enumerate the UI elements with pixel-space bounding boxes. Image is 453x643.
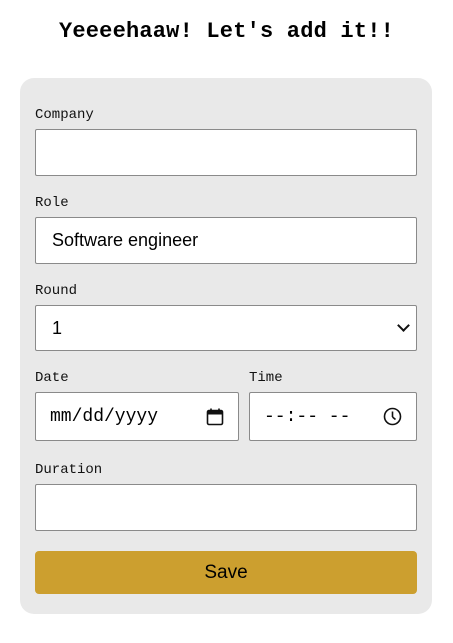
clock-icon[interactable] xyxy=(383,407,402,426)
time-placeholder: --:-- -- xyxy=(264,406,351,427)
date-placeholder: mm/dd/yyyy xyxy=(50,406,159,427)
company-label: Company xyxy=(35,107,94,123)
round-selected-value: 1 xyxy=(52,317,63,338)
duration-input[interactable] xyxy=(35,484,417,531)
duration-label: Duration xyxy=(35,462,103,478)
chevron-down-icon xyxy=(397,319,410,332)
time-label: Time xyxy=(249,370,283,386)
date-label: Date xyxy=(35,370,69,386)
time-input[interactable]: --:-- -- xyxy=(249,392,417,441)
page-title: Yeeeehaaw! Let's add it!! xyxy=(58,19,395,44)
date-input[interactable]: mm/dd/yyyy xyxy=(35,392,239,441)
round-label: Round xyxy=(35,283,78,299)
role-input[interactable]: Software engineer xyxy=(35,217,417,264)
save-button[interactable]: Save xyxy=(35,551,417,594)
calendar-icon[interactable] xyxy=(206,408,224,426)
role-label: Role xyxy=(35,195,69,211)
company-input[interactable] xyxy=(35,129,417,176)
round-select[interactable]: 1 xyxy=(35,305,417,351)
add-interview-form: Company Role Software engineer Round 1 D… xyxy=(20,78,432,614)
